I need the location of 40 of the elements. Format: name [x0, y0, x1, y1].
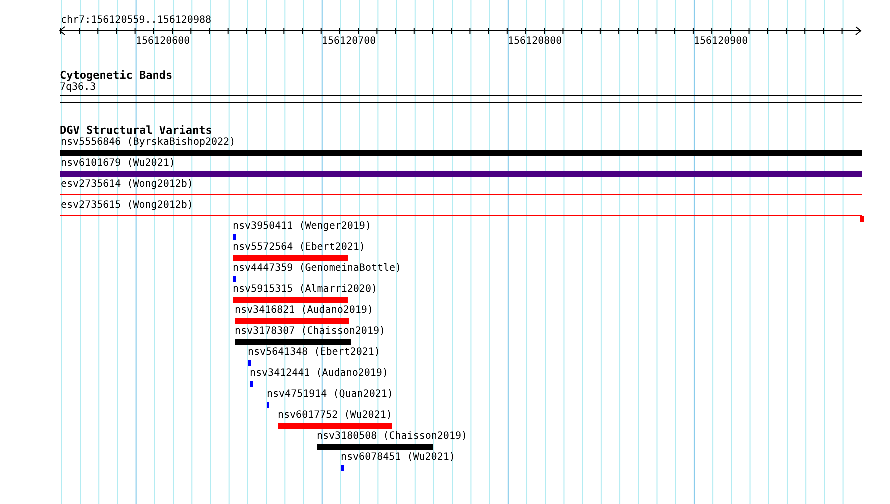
tick-label: 156120900 — [694, 36, 748, 48]
feature-label: nsv3416821 (Audano2019) — [235, 305, 374, 316]
feature-label: esv2735614 (Wong2012b) — [61, 179, 194, 190]
feature-label: nsv3412441 (Audano2019) — [250, 368, 388, 379]
track-title: DGV Structural Variants — [60, 125, 214, 137]
end-marker — [860, 216, 864, 222]
feature-label: nsv5556846 (ByrskaBishop2022) — [61, 137, 236, 148]
feature-label: nsv3950411 (Wenger2019) — [233, 221, 372, 232]
variant-line[interactable] — [60, 194, 862, 195]
feature-label: nsv5572564 (Ebert2021) — [233, 242, 366, 253]
feature-label: nsv3180508 (Chaisson2019) — [317, 431, 468, 442]
variant-bar[interactable] — [235, 339, 351, 345]
tick-label: 156120600 — [136, 36, 190, 48]
variant-bar[interactable] — [341, 465, 344, 471]
variant-bar[interactable] — [278, 423, 392, 429]
feature-label: nsv6017752 (Wu2021) — [278, 410, 392, 421]
tick-label: 156120800 — [508, 36, 562, 48]
feature-label: nsv3178307 (Chaisson2019) — [235, 326, 386, 337]
variant-bar[interactable] — [317, 444, 433, 450]
variant-line[interactable] — [60, 215, 862, 216]
variant-bar[interactable] — [60, 150, 862, 156]
feature-label: esv2735615 (Wong2012b) — [61, 200, 194, 211]
variant-bar[interactable] — [233, 276, 236, 282]
variant-bar[interactable] — [60, 171, 862, 177]
feature-label: nsv5641348 (Ebert2021) — [248, 347, 380, 358]
ruler-range: chr7:156120559..156120988 — [61, 15, 213, 27]
variant-bar[interactable] — [233, 255, 348, 261]
variant-bar[interactable] — [235, 318, 349, 324]
variant-bar[interactable] — [250, 381, 253, 387]
feature-label: nsv4447359 (GenomeinaBottle) — [233, 263, 402, 274]
variant-bar[interactable] — [233, 297, 348, 303]
variant-bar[interactable] — [233, 234, 236, 240]
band-label: 7q36.3 — [60, 82, 98, 94]
feature-label: nsv6078451 (Wu2021) — [341, 452, 456, 463]
feature-label: nsv4751914 (Quan2021) — [267, 389, 394, 400]
feature-label: nsv5915315 (Almarri2020) — [233, 284, 378, 295]
feature-label: nsv6101679 (Wu2021) — [61, 158, 176, 169]
track-title: Cytogenetic Bands — [60, 70, 174, 82]
tick-label: 156120700 — [322, 36, 376, 48]
variant-bar[interactable] — [248, 360, 251, 366]
